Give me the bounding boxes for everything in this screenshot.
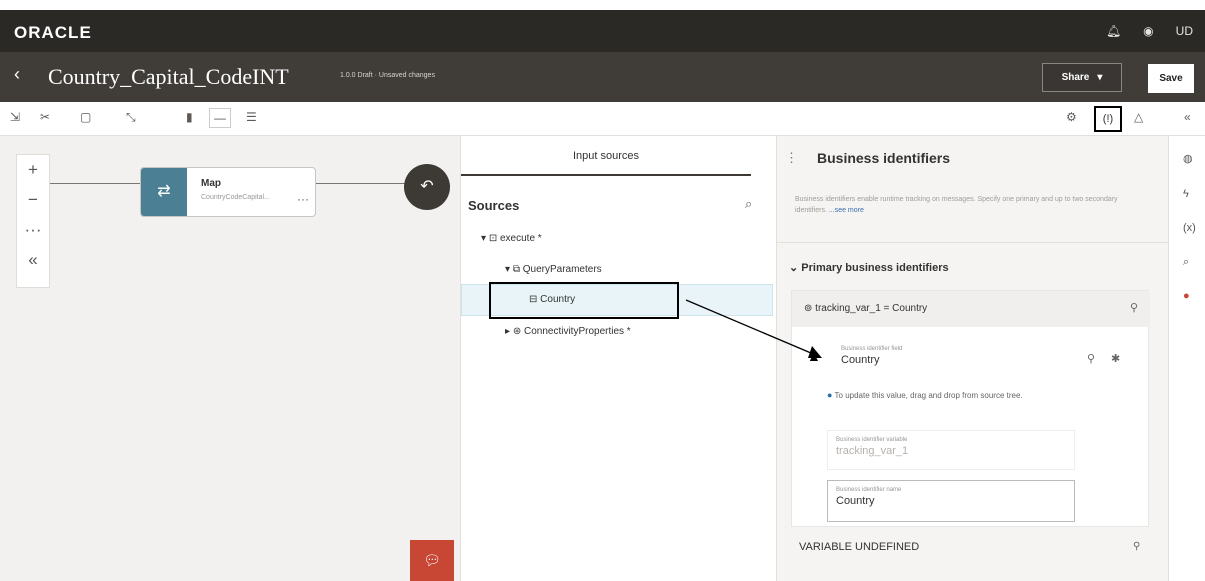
business-identifier-field[interactable]: Business identifier field Country — [833, 340, 1073, 380]
business-identifier-name[interactable]: Business identifier name Country — [827, 480, 1075, 522]
info-icon: ● — [827, 390, 833, 400]
divider — [777, 242, 1169, 243]
identifier-summary-text: tracking_var_1 = Country — [815, 303, 928, 314]
caret-down-icon: ▾ — [481, 233, 487, 244]
integration-title: Country_Capital_CodeINT — [48, 64, 289, 89]
import-icon[interactable]: ⇲ — [10, 110, 20, 124]
canvas-toolbar: ⇲ ✂ ▢ ⤡ ▮ — ☰ ⚙ (!) △ « — [0, 102, 1205, 136]
share-button[interactable]: Share ▾ — [1042, 63, 1122, 92]
pin-icon[interactable]: ⚲ — [1130, 301, 1138, 314]
settings-icon[interactable]: ⚙ — [1066, 110, 1077, 124]
paste-icon[interactable]: ▢ — [80, 110, 91, 124]
map-node-title: Map — [201, 178, 221, 189]
help-icon[interactable]: ◉ — [1143, 24, 1153, 38]
name-value: Country — [836, 495, 875, 507]
collapse-panel-button[interactable]: « — [17, 245, 49, 275]
flow-canvas[interactable]: + − ··· « ⇄ Map CountryCodeCapital... ··… — [0, 136, 460, 581]
field-icon: ⊟ — [529, 294, 538, 305]
tree-item-queryparameters[interactable]: ▾ ⧉ QueryParameters — [505, 264, 602, 275]
drag-handle-icon[interactable]: ⋮ — [785, 150, 798, 166]
back-icon[interactable]: ‹ — [14, 64, 20, 85]
caret-right-icon: ▸ — [505, 326, 511, 337]
version-status: 1.0.0 Draft · Unsaved changes — [340, 72, 435, 79]
tree-item-label: Country — [540, 294, 576, 305]
warning-icon[interactable]: △ — [1134, 110, 1143, 124]
unpin-icon[interactable]: ✱ — [1111, 352, 1120, 365]
pin-icon[interactable]: ⚲ — [1133, 541, 1140, 552]
variable-label: Business identifier variable — [836, 437, 908, 443]
business-identifier-variable: Business identifier variable tracking_va… — [827, 430, 1075, 470]
variable-value: tracking_var_1 — [836, 445, 909, 457]
field-value: Country — [841, 354, 880, 366]
map-node-more[interactable]: ··· — [297, 192, 309, 206]
operation-icon: ⊡ — [488, 233, 498, 244]
primary-identifiers-toggle[interactable]: ⌄ Primary business identifiers — [789, 261, 949, 274]
save-button[interactable]: Save — [1148, 64, 1194, 93]
object-icon: ⧉ — [512, 264, 520, 275]
field-label: Business identifier field — [841, 346, 903, 352]
horizontal-layout-icon[interactable]: — — [209, 108, 231, 128]
drag-target-icon: ▲ — [807, 348, 821, 364]
identifier-summary: ⊚ tracking_var_1 = Country — [804, 303, 927, 314]
globe-icon[interactable]: ◍ — [1183, 152, 1193, 165]
share-label: Share — [1061, 72, 1090, 83]
return-icon: ↶ — [420, 178, 434, 195]
variable-icon[interactable]: (x) — [1183, 222, 1196, 234]
user-menu[interactable]: UD — [1176, 24, 1193, 38]
integration-titlebar: ‹ Country_Capital_CodeINT 1.0.0 Draft · … — [0, 52, 1205, 102]
tab-input-sources[interactable]: Input sources — [461, 136, 751, 176]
primary-identifiers-heading: Primary business identifiers — [801, 262, 949, 274]
oracle-logo: ORACLE — [14, 23, 92, 42]
map-icon: ⇄ — [141, 168, 187, 216]
business-identifiers-title: Business identifiers — [817, 150, 951, 166]
cut-icon[interactable]: ✂ — [40, 110, 50, 124]
chevron-down-icon: ▾ — [1097, 72, 1103, 83]
chat-button[interactable]: 💬︎ — [410, 540, 454, 581]
tree-item-label: ConnectivityProperties * — [523, 326, 631, 337]
oracle-topbar: ORACLE 🔔︎ ◉ UD — [0, 10, 1205, 52]
sources-panel: Input sources Sources ⌕ ▾ ⊡ execute * ▾ … — [460, 136, 776, 581]
tree-item-country[interactable]: ⊟ Country — [529, 294, 575, 305]
sources-heading: Sources — [468, 198, 520, 213]
name-label: Business identifier name — [836, 487, 902, 493]
search-icon[interactable]: ⌕ — [1183, 256, 1189, 269]
tree-item-label: execute * — [499, 233, 542, 244]
return-node[interactable]: ↶ — [404, 164, 450, 210]
info-message: ● To update this value, drag and drop fr… — [827, 390, 1077, 401]
topbar-icons: 🔔︎ ◉ UD — [1106, 24, 1193, 38]
chat-icon: 💬︎ — [423, 552, 441, 568]
integration-icon[interactable]: ● — [1183, 290, 1190, 302]
business-identifiers-icon[interactable]: (!) — [1094, 106, 1122, 132]
collapse-icon[interactable]: ⤡ — [126, 110, 136, 125]
see-more-link[interactable]: ...see more — [829, 207, 864, 214]
map-node-subtitle: CountryCodeCapital... — [201, 194, 270, 201]
tree-item-connectivityproperties[interactable]: ▸ ⊛ ConnectivityProperties * — [505, 326, 631, 337]
tree-item-execute[interactable]: ▾ ⊡ execute * — [481, 233, 542, 244]
right-rail: ◍ ϟ (x) ⌕ ● — [1168, 136, 1205, 581]
caret-down-icon: ▾ — [505, 264, 511, 275]
target-icon: ⊚ — [804, 303, 813, 314]
business-identifiers-panel: ⋮ Business identifiers Business identifi… — [776, 136, 1169, 581]
object-icon: ⊛ — [512, 326, 522, 337]
more-options-button[interactable]: ··· — [17, 215, 49, 245]
zoom-in-button[interactable]: + — [17, 155, 49, 185]
search-icon[interactable]: ⌕ — [745, 196, 752, 212]
map-node[interactable]: ⇄ Map CountryCodeCapital... ··· — [140, 167, 316, 217]
chevron-down-icon: ⌄ — [789, 262, 799, 274]
lightning-icon[interactable]: ϟ — [1183, 188, 1189, 200]
zoom-out-button[interactable]: − — [17, 185, 49, 215]
zoom-controls: + − ··· « — [16, 154, 50, 288]
identifier-card-header[interactable]: ⊚ tracking_var_1 = Country ⚲ — [792, 291, 1150, 327]
highlight-box — [489, 282, 679, 319]
variable-undefined-label[interactable]: VARIABLE UNDEFINED — [799, 541, 919, 553]
tree-item-label: QueryParameters — [522, 264, 602, 275]
notifications-icon[interactable]: 🔔︎ — [1106, 24, 1121, 38]
info-text: To update this value, drag and drop from… — [834, 391, 1023, 400]
pin-icon[interactable]: ⚲ — [1087, 352, 1095, 365]
free-layout-icon[interactable]: ☰ — [246, 110, 257, 124]
collapse-rail-icon[interactable]: « — [1184, 110, 1191, 124]
business-identifiers-description: Business identifiers enable runtime trac… — [795, 194, 1135, 216]
vertical-layout-icon[interactable]: ▮ — [186, 110, 193, 124]
